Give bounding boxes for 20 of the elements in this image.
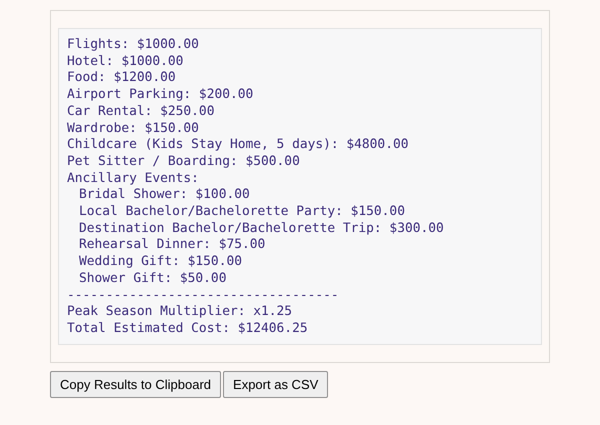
result-line: Food: $1200.00 — [67, 70, 176, 88]
result-line: Peak Season Multiplier: x1.25 — [67, 304, 292, 321]
result-line: Wedding Gift: $150.00 — [79, 254, 242, 271]
result-line: Rehearsal Dinner: $75.00 — [79, 237, 266, 254]
result-line: Destination Bachelor/Bachelorette Trip: $300.00 — [79, 220, 444, 238]
action-button[interactable]: Copy Results to Clipboard — [50, 371, 222, 398]
result-line: Pet Sitter / Boarding: $500.00 — [67, 154, 300, 171]
result-line: Bridal Shower: $100.00 — [79, 187, 250, 204]
result-line: Total Estimated Cost: $12406.25 — [67, 320, 308, 338]
result-line: ----------------------------------- — [67, 288, 339, 304]
result-line: Airport Parking: $200.00 — [67, 87, 254, 104]
action-button[interactable]: Export as CSV — [223, 371, 328, 398]
result-line: Local Bachelor/Bachelorette Party: $150.00 — [79, 204, 405, 221]
result-line: Ancillary Events: — [67, 170, 199, 188]
result-line: Wardrobe: $150.00 — [67, 120, 199, 138]
result-line: Shower Gift: $50.00 — [79, 270, 226, 288]
result-line: Hotel: $1000.00 — [67, 54, 184, 70]
result-line: Car Rental: $250.00 — [67, 104, 214, 121]
result-line: Flights: $1000.00 — [67, 37, 199, 54]
result-line: Childcare (Kids Stay Home, 5 days): $4800.00 — [67, 137, 408, 154]
